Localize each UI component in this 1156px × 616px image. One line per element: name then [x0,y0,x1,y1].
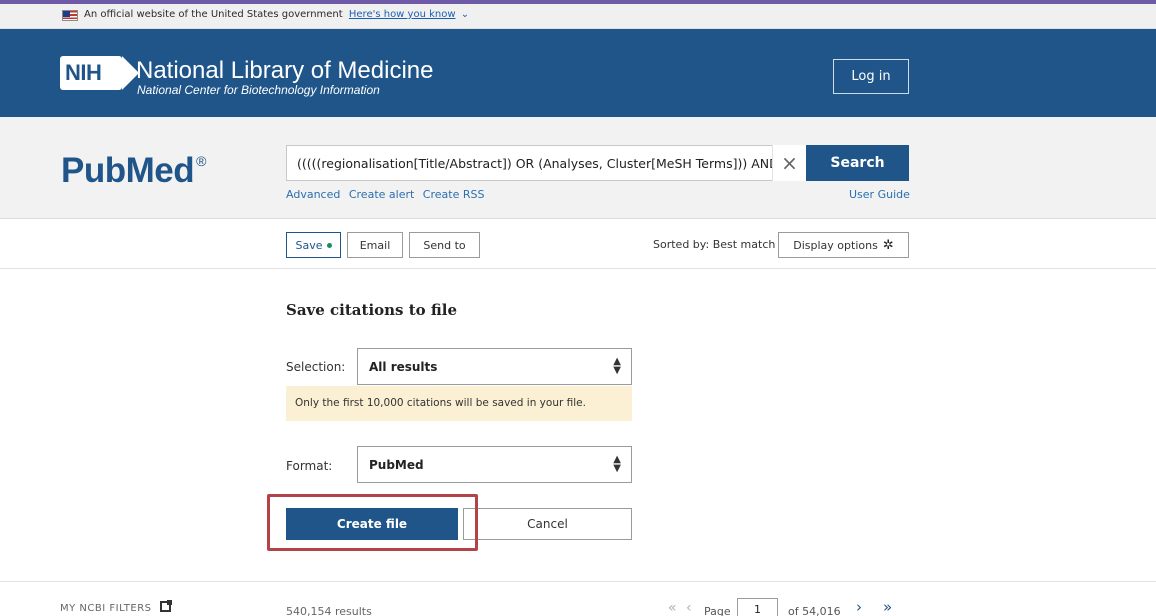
nlm-title[interactable]: National Library of Medicine [136,57,433,85]
create-rss-link[interactable]: Create RSS [423,188,485,201]
page-number-input[interactable]: 1 [737,598,778,616]
cancel-button[interactable]: Cancel [463,508,632,540]
create-alert-link[interactable]: Create alert [349,188,414,201]
save-label: Save [295,238,323,252]
us-flag-icon [62,10,78,21]
format-value: PubMed [369,458,424,472]
display-options-button[interactable]: Display options ✲ [778,232,909,258]
external-link-icon [160,600,173,612]
my-ncbi-filters[interactable]: MY NCBI FILTERS [60,600,173,614]
gov-banner: An official website of the United States… [0,0,1156,29]
first-page-icon[interactable]: « [668,600,677,616]
page-of-label: of 54,016 [788,605,841,616]
heres-how-link[interactable]: Here's how you know [349,9,456,20]
search-input[interactable]: (((((regionalisation[Title/Abstract]) OR… [286,145,806,181]
nih-logo-text: NIH [65,60,102,85]
save-button[interactable]: Save [286,232,341,258]
login-button[interactable]: Log in [833,59,909,94]
my-ncbi-filters-label: MY NCBI FILTERS [60,603,152,614]
banner-text: An official website of the United States… [84,9,469,20]
advanced-link[interactable]: Advanced [286,188,340,201]
sorted-by-label: Sorted by: Best match [653,238,776,251]
send-to-button[interactable]: Send to [409,232,480,258]
select-arrows-icon: ▲ ▼ [613,356,621,376]
pubmed-logo-text: PubMed [61,151,195,190]
select-arrows-icon: ▲ ▼ [613,454,621,474]
nlm-subtitle: National Center for Biotechnology Inform… [137,83,380,97]
next-page-icon[interactable]: › [856,598,862,616]
format-label: Format: [286,459,333,473]
banner-top-line [0,0,1156,4]
nlm-header: NIH National Library of Medicine Nationa… [0,29,1156,117]
clear-icon[interactable]: × [772,145,806,181]
footer-divider [0,581,1156,582]
selection-value: All results [369,360,438,374]
search-button[interactable]: Search [806,145,909,181]
pubmed-logo[interactable]: PubMed ® [61,151,206,191]
results-actions: Save Email Send to Sorted by: Best match… [0,219,1156,269]
results-count: 540,154 results [286,605,372,616]
registered-mark: ® [196,153,206,169]
email-button[interactable]: Email [347,232,403,258]
format-select[interactable]: PubMed ▲ ▼ [357,446,632,483]
banner-label: An official website of the United States… [84,9,343,20]
display-options-label: Display options [793,238,878,252]
user-guide-link[interactable]: User Guide [849,188,910,201]
limit-notice: Only the first 10,000 citations will be … [286,386,632,421]
search-sublinks: Advanced Create alert Create RSS [286,188,489,201]
active-dot-icon [326,242,332,248]
save-panel-title: Save citations to file [286,301,458,319]
nih-logo[interactable]: NIH [60,56,139,90]
search-section: PubMed ® (((((regionalisation[Title/Abstr… [0,117,1156,219]
last-page-icon[interactable]: » [883,598,892,616]
chevron-down-icon[interactable]: ⌄ [461,9,469,20]
prev-page-icon[interactable]: ‹ [686,600,692,616]
selection-select[interactable]: All results ▲ ▼ [357,348,632,385]
selection-label: Selection: [286,360,346,374]
gear-icon: ✲ [882,237,894,253]
create-file-button[interactable]: Create file [286,508,458,540]
page-label: Page [704,605,731,616]
